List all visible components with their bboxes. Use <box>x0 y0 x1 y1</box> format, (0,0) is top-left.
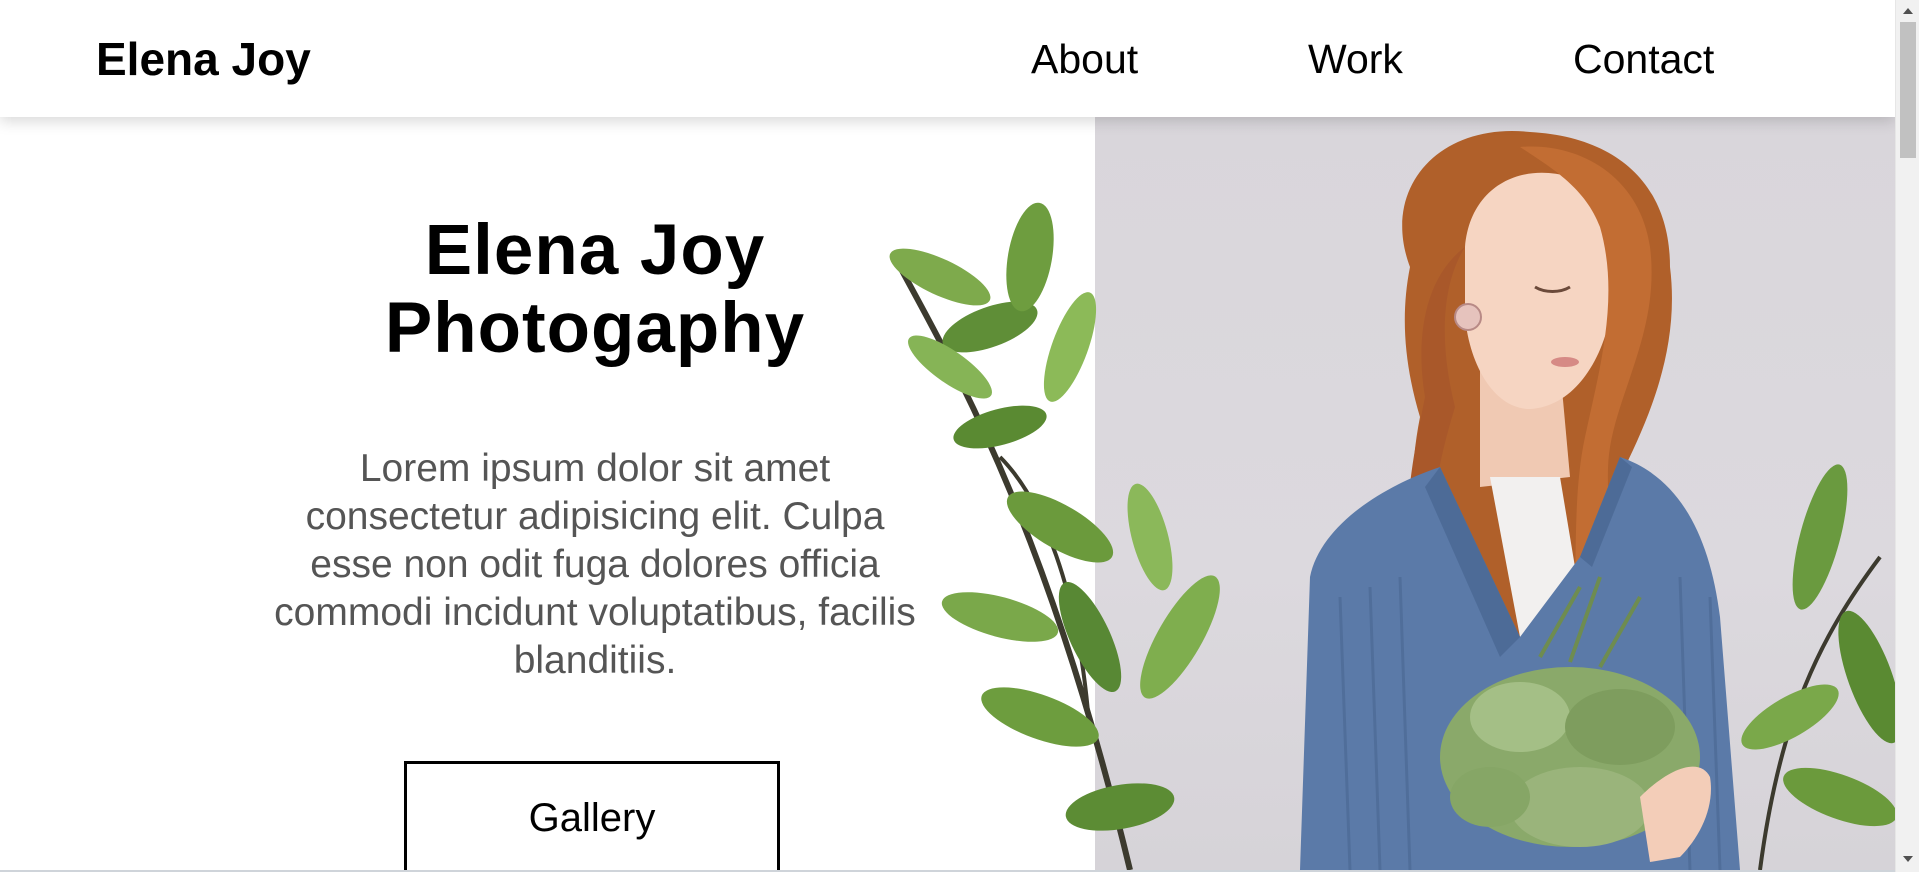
nav-link-about[interactable]: About <box>1031 34 1138 84</box>
site-header: Elena Joy About Work Contact <box>0 0 1895 117</box>
nav-link-work[interactable]: Work <box>1308 34 1403 84</box>
page-viewport: Elena Joy About Work Contact Elena Joy P… <box>0 0 1895 870</box>
plant-right-illustration <box>1741 464 1895 870</box>
gallery-button[interactable]: Gallery <box>404 761 780 870</box>
hero-title: Elena Joy Photogaphy <box>295 212 895 368</box>
brand-logo[interactable]: Elena Joy <box>96 32 311 86</box>
hero-description: Lorem ipsum dolor sit amet consectetur a… <box>274 447 916 682</box>
scrollbar-thumb[interactable] <box>1900 22 1916 158</box>
hero-photo <box>889 130 1895 870</box>
hero-title-line-1: Elena Joy <box>424 211 766 290</box>
hero-title-line-2: Photogaphy <box>384 289 806 368</box>
chevron-down-icon[interactable] <box>1903 856 1913 862</box>
nav-link-contact[interactable]: Contact <box>1573 34 1714 84</box>
portrait-woman-illustration <box>1300 130 1740 870</box>
vertical-scrollbar[interactable] <box>1895 0 1919 872</box>
chevron-up-icon[interactable] <box>1903 8 1913 14</box>
plant-left-illustration <box>889 202 1220 870</box>
